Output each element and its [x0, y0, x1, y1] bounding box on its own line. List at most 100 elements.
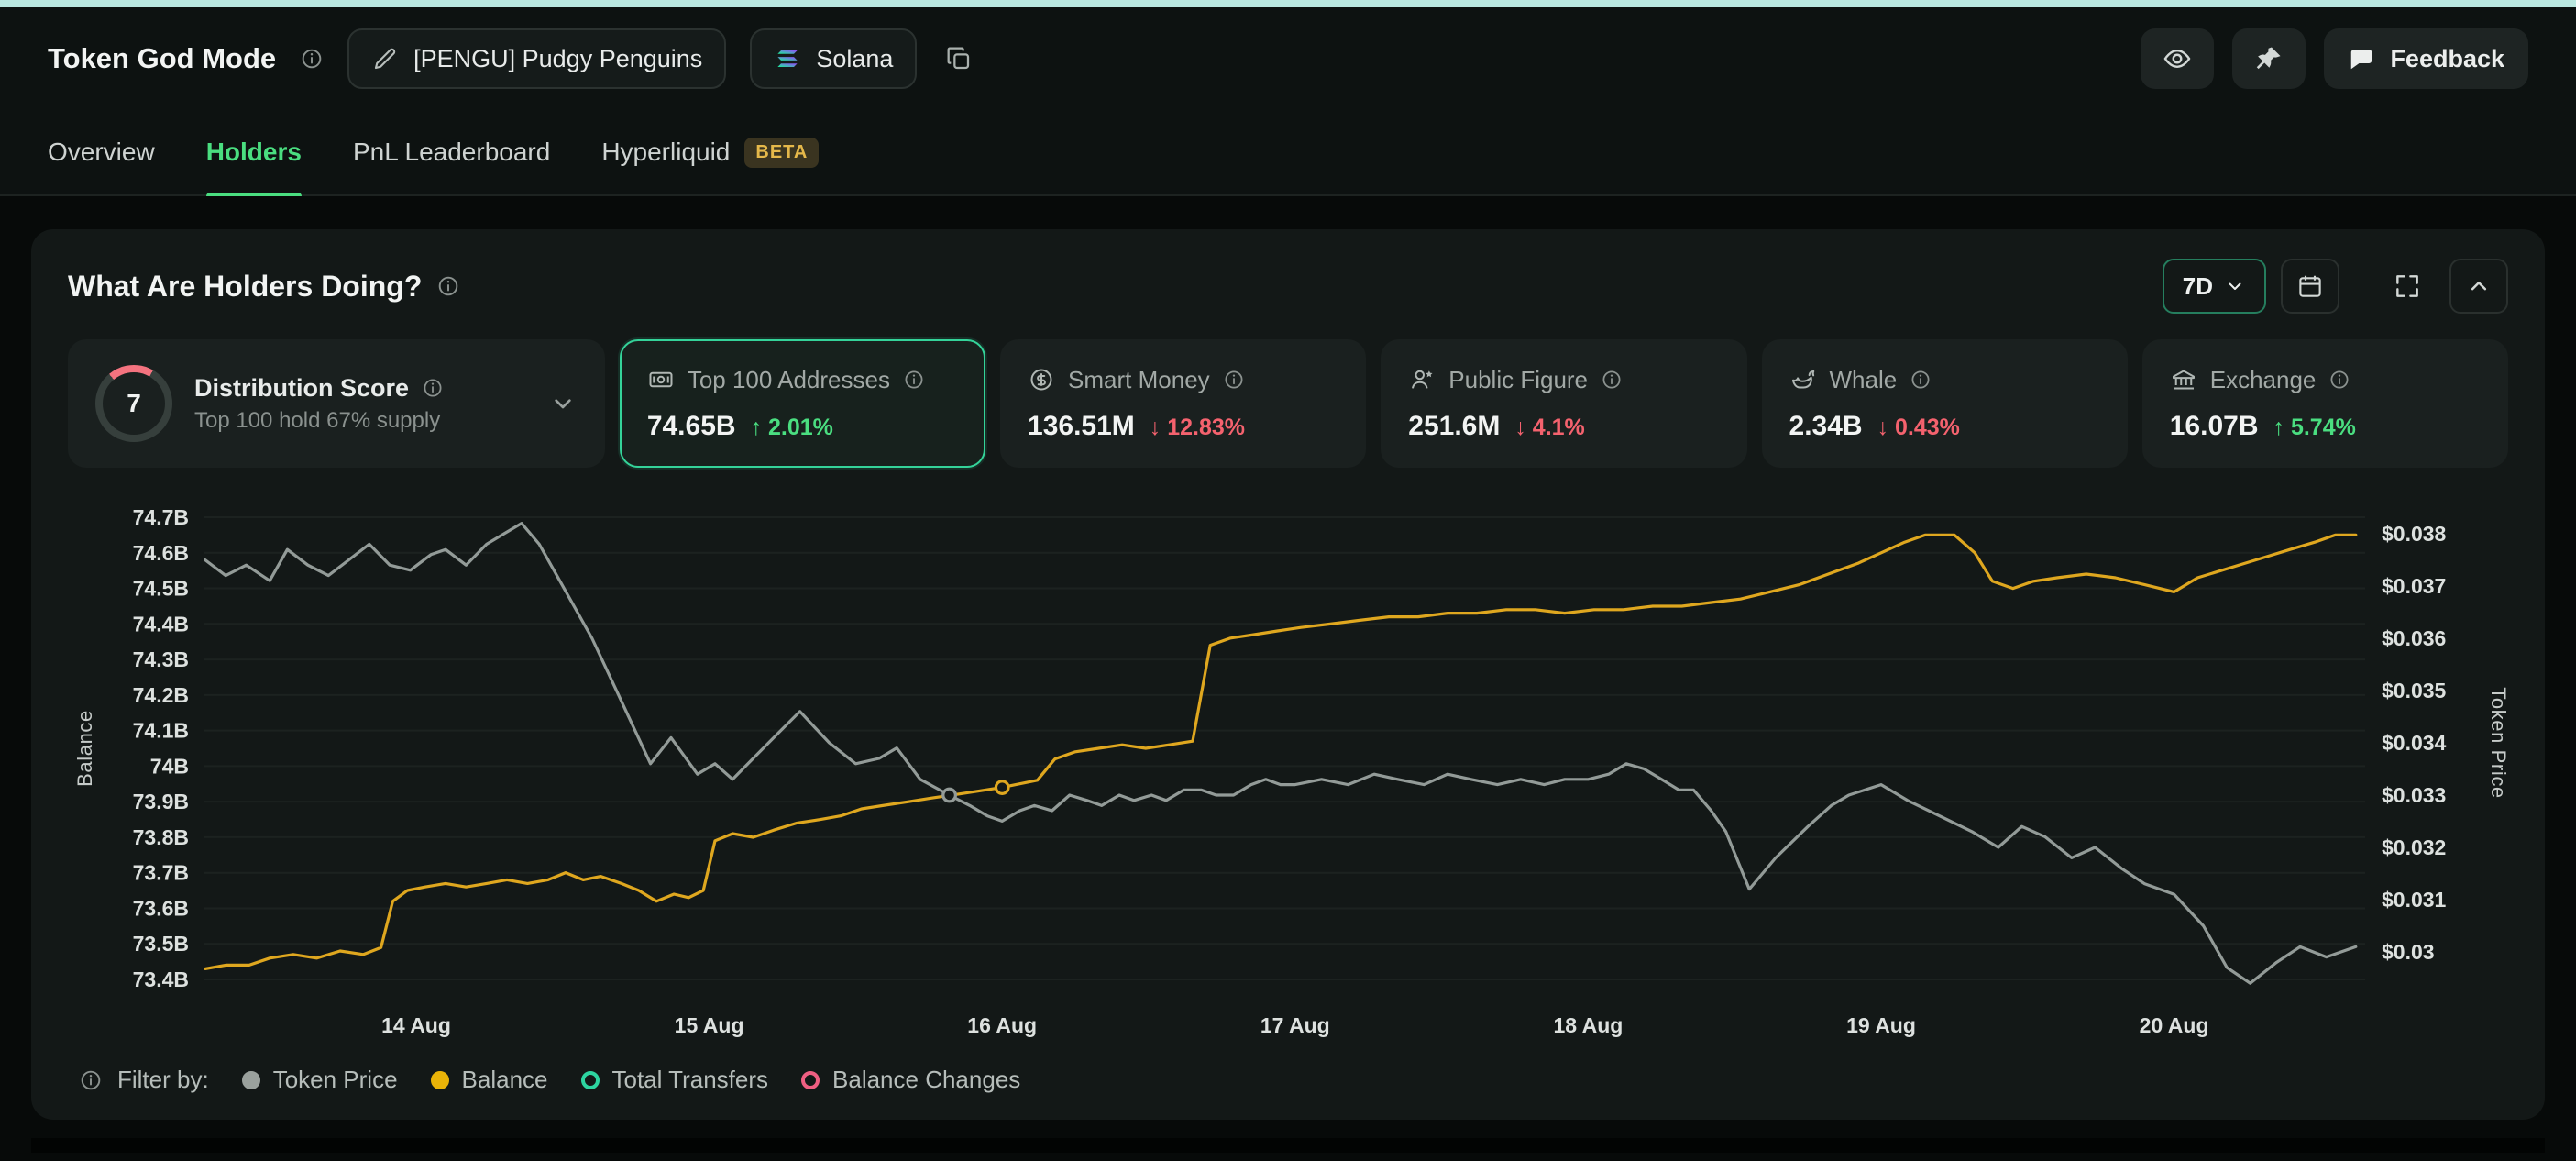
- watchlist-button[interactable]: [2141, 28, 2214, 89]
- svg-text:$0.037: $0.037: [2382, 574, 2446, 598]
- stat-label: Exchange: [2210, 366, 2317, 394]
- svg-text:74.1B: 74.1B: [133, 719, 189, 743]
- stat-value: 2.34B: [1789, 411, 1863, 442]
- chart-area: 74.7B74.6B74.5B74.4B74.3B74.2B74.1B74B73…: [68, 493, 2508, 1047]
- svg-text:16 Aug: 16 Aug: [967, 1013, 1037, 1037]
- info-icon[interactable]: [1223, 369, 1245, 391]
- chat-bubble-icon: [2348, 45, 2375, 72]
- edit-icon: [371, 45, 399, 72]
- stat-change: ↓ 0.43%: [1877, 415, 1960, 441]
- svg-text:73.9B: 73.9B: [133, 790, 189, 813]
- svg-text:73.5B: 73.5B: [133, 932, 189, 956]
- info-icon[interactable]: [1601, 369, 1623, 391]
- stat-change: ↓ 4.1%: [1514, 415, 1584, 441]
- stat-card-exchange[interactable]: Exchange 16.07B ↑ 5.74%: [2142, 339, 2508, 468]
- panel-controls: 7D: [2163, 259, 2508, 314]
- timeframe-value: 7D: [2183, 272, 2213, 301]
- svg-text:74.6B: 74.6B: [133, 541, 189, 565]
- radio-dot: [242, 1071, 260, 1089]
- stat-label: Top 100 Addresses: [688, 366, 890, 394]
- svg-text:73.4B: 73.4B: [133, 968, 189, 991]
- stat-value: 16.07B: [2170, 411, 2259, 442]
- stat-change: ↑ 5.74%: [2273, 415, 2356, 441]
- info-icon[interactable]: [1910, 369, 1932, 391]
- top-progress-strip: [0, 0, 2576, 7]
- feedback-button[interactable]: Feedback: [2324, 28, 2528, 89]
- svg-text:74.7B: 74.7B: [133, 505, 189, 529]
- beta-badge: BETA: [744, 138, 819, 168]
- coin-dollar-icon: [1028, 366, 1055, 393]
- info-icon[interactable]: [300, 47, 324, 71]
- distribution-score-card[interactable]: 7 Distribution Score Top 100 hold 67% su…: [68, 339, 605, 468]
- token-selector-label: [PENGU] Pudgy Penguins: [413, 45, 702, 73]
- stat-cards-row: 7 Distribution Score Top 100 hold 67% su…: [68, 339, 2508, 468]
- svg-text:14 Aug: 14 Aug: [381, 1013, 451, 1037]
- stat-card-smart-money[interactable]: Smart Money 136.51M ↓ 12.83%: [1000, 339, 1366, 468]
- radio-dot: [581, 1071, 600, 1089]
- svg-text:73.8B: 73.8B: [133, 825, 189, 849]
- filter-option-balance-changes[interactable]: Balance Changes: [801, 1066, 1020, 1094]
- svg-text:$0.032: $0.032: [2382, 835, 2446, 859]
- filter-option-token-price[interactable]: Token Price: [242, 1066, 398, 1094]
- stat-card-public-figure[interactable]: Public Figure 251.6M ↓ 4.1%: [1381, 339, 1746, 468]
- info-icon[interactable]: [903, 369, 925, 391]
- svg-text:$0.034: $0.034: [2382, 731, 2447, 755]
- filter-option-balance[interactable]: Balance: [431, 1066, 548, 1094]
- stat-change: ↓ 12.83%: [1150, 415, 1245, 441]
- radio-dot: [431, 1071, 449, 1089]
- svg-text:74.5B: 74.5B: [133, 577, 189, 601]
- holders-panel: What Are Holders Doing? 7D 7: [31, 229, 2545, 1120]
- tab-overview[interactable]: Overview: [48, 110, 155, 194]
- svg-text:73.7B: 73.7B: [133, 861, 189, 885]
- tab-pnl-leaderboard[interactable]: PnL Leaderboard: [353, 110, 550, 194]
- timeframe-select[interactable]: 7D: [2163, 259, 2266, 314]
- page-title: Token God Mode: [48, 42, 276, 75]
- tab-holders[interactable]: Holders: [206, 110, 302, 194]
- svg-text:17 Aug: 17 Aug: [1260, 1013, 1330, 1037]
- stat-value: 74.65B: [647, 411, 736, 442]
- svg-text:19 Aug: 19 Aug: [1846, 1013, 1916, 1037]
- copy-icon: [944, 44, 974, 73]
- token-selector[interactable]: [PENGU] Pudgy Penguins: [347, 28, 726, 89]
- main-content: What Are Holders Doing? 7D 7: [0, 196, 2576, 1161]
- svg-text:$0.03: $0.03: [2382, 940, 2435, 964]
- stat-label: Smart Money: [1068, 366, 1210, 394]
- filter-label: Filter by:: [117, 1066, 209, 1094]
- svg-text:15 Aug: 15 Aug: [675, 1013, 744, 1037]
- info-icon[interactable]: [79, 1068, 103, 1092]
- fullscreen-button[interactable]: [2380, 259, 2435, 314]
- stat-change: ↑ 2.01%: [751, 415, 833, 441]
- stat-value: 251.6M: [1408, 411, 1500, 442]
- stat-card-whale[interactable]: Whale 2.34B ↓ 0.43%: [1762, 339, 2128, 468]
- svg-text:74B: 74B: [150, 754, 189, 778]
- radio-dot: [801, 1071, 820, 1089]
- info-icon[interactable]: [2328, 369, 2350, 391]
- distribution-subtitle: Top 100 hold 67% supply: [194, 408, 444, 434]
- svg-text:74.3B: 74.3B: [133, 647, 189, 671]
- stat-label: Public Figure: [1448, 366, 1588, 394]
- holders-balance-price-chart[interactable]: 74.7B74.6B74.5B74.4B74.3B74.2B74.1B74B73…: [68, 493, 2508, 1047]
- person-star-icon: [1408, 366, 1436, 393]
- svg-text:$0.038: $0.038: [2382, 522, 2447, 546]
- chain-selector[interactable]: Solana: [750, 28, 917, 89]
- info-icon[interactable]: [436, 274, 460, 298]
- distribution-score-value: 7: [127, 389, 141, 418]
- tab-hyperliquid[interactable]: Hyperliquid BETA: [601, 110, 819, 194]
- filter-option-total-transfers[interactable]: Total Transfers: [581, 1066, 769, 1094]
- svg-text:$0.033: $0.033: [2382, 783, 2446, 807]
- svg-text:73.6B: 73.6B: [133, 896, 189, 920]
- distribution-donut: 7: [95, 365, 172, 442]
- pin-icon: [2254, 44, 2284, 73]
- panel-header: What Are Holders Doing? 7D: [68, 259, 2508, 314]
- stat-card-top-100-addresses[interactable]: Top 100 Addresses 74.65B ↑ 2.01%: [620, 339, 985, 468]
- panel-title: What Are Holders Doing?: [68, 270, 422, 304]
- solana-icon: [774, 45, 801, 72]
- stat-label: Whale: [1830, 366, 1898, 394]
- info-icon[interactable]: [422, 377, 444, 399]
- calendar-button[interactable]: [2281, 259, 2339, 314]
- svg-text:74.4B: 74.4B: [133, 612, 189, 636]
- pin-button[interactable]: [2232, 28, 2306, 89]
- copy-address-button[interactable]: [941, 40, 977, 77]
- collapse-button[interactable]: [2449, 259, 2508, 314]
- chevron-down-icon[interactable]: [548, 389, 578, 418]
